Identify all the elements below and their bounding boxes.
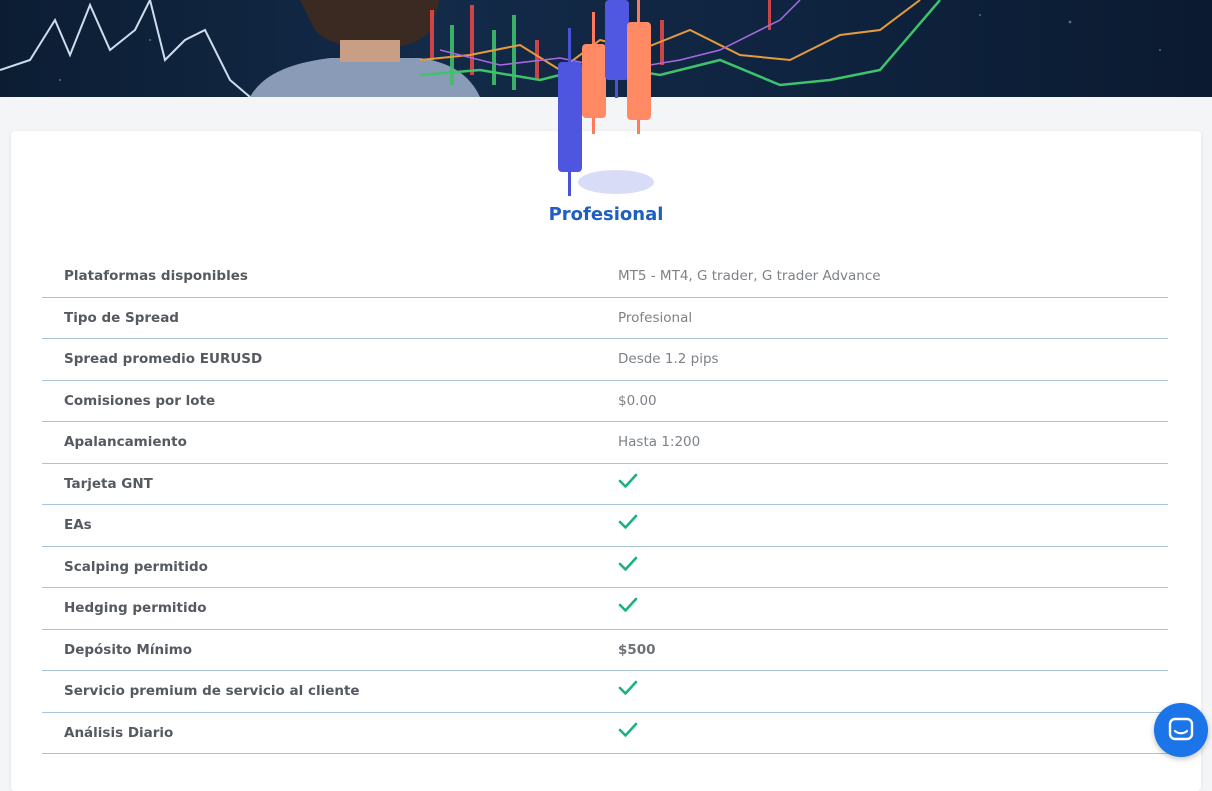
row-label: Scalping permitido [64,558,208,575]
row-label: Análisis Diario [64,724,174,741]
chat-button[interactable] [1154,703,1208,757]
candlestick-icon [548,0,668,200]
check-icon [618,514,638,529]
row-label: Plataformas disponibles [64,268,248,284]
row-value: Desde 1.2 pips [618,351,719,367]
row-label: Comisiones por lote [64,392,216,409]
check-icon [618,473,638,488]
row-value: Hasta 1:200 [618,434,701,450]
table-row: Tarjeta GNT [42,464,1168,505]
row-value: $500 [618,641,656,658]
row-label: Tarjeta GNT [64,475,153,492]
chat-icon [1168,717,1194,741]
row-value: Profesional [618,309,693,326]
row-value: MT5 - MT4, G trader, G trader Advance [618,268,881,284]
row-label: Apalancamiento [64,434,187,450]
table-row: Comisiones por lote $0.00 [42,381,1168,422]
table-row: Plataformas disponibles MT5 - MT4, G trad… [42,256,1168,298]
row-label: Depósito Mínimo [64,641,193,658]
row-label: Hedging permitido [64,600,207,616]
table-row: Tipo de Spread Profesional [42,298,1168,339]
spec-table: Plataformas disponibles MT5 - MT4, G trad… [42,256,1168,754]
table-row: Hedging permitido [42,588,1168,630]
table-row: Apalancamiento Hasta 1:200 [42,422,1168,464]
plan-title: Profesional [548,204,664,225]
table-row: Servicio premium de servicio al cliente [42,671,1168,713]
table-row: Análisis Diario [42,713,1168,754]
check-icon [618,722,638,737]
table-row: Depósito Mínimo $500 [42,630,1168,671]
table-row: EAs [42,505,1168,547]
check-icon [618,597,638,612]
table-row: Spread promedio EURUSD Desde 1.2 pips [42,339,1168,381]
row-label: Spread promedio EURUSD [64,351,263,367]
row-label: EAs [64,517,92,533]
check-icon [618,680,638,695]
row-label: Servicio premium de servicio al cliente [64,683,360,699]
check-icon [618,556,638,571]
table-row: Scalping permitido [42,547,1168,588]
row-label: Tipo de Spread [64,309,179,326]
row-value: $0.00 [618,392,657,409]
